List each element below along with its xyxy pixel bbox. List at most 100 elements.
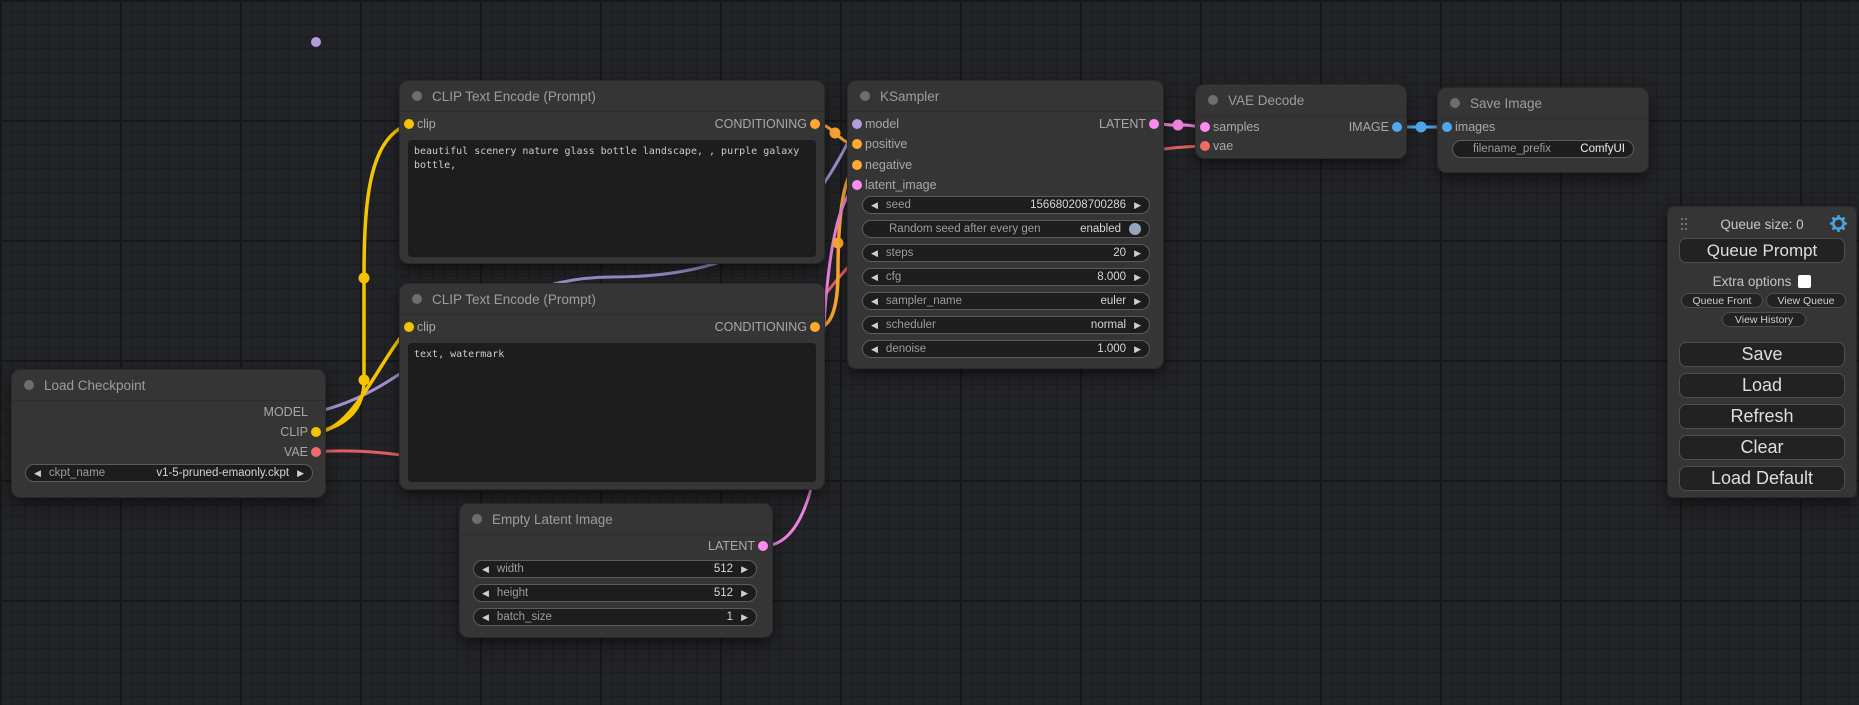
- node-title-bar[interactable]: CLIP Text Encode (Prompt): [400, 284, 824, 315]
- widget-value: 512: [714, 587, 733, 599]
- batch-size-widget[interactable]: ◀ batch_size 1 ▶: [473, 608, 757, 626]
- prompt-textarea[interactable]: beautiful scenery nature glass bottle la…: [408, 140, 816, 257]
- node-title: Empty Latent Image: [492, 512, 613, 527]
- input-label-model: model: [865, 116, 899, 132]
- collapse-dot-icon[interactable]: [472, 514, 482, 524]
- node-title-bar[interactable]: Load Checkpoint: [12, 370, 325, 401]
- increment-arrow-icon[interactable]: ▶: [741, 613, 748, 622]
- increment-arrow-icon[interactable]: ▶: [741, 565, 748, 574]
- increment-arrow-icon[interactable]: ▶: [1134, 201, 1141, 210]
- load-default-button[interactable]: Load Default: [1679, 466, 1845, 491]
- collapse-dot-icon[interactable]: [860, 91, 870, 101]
- node-title-bar[interactable]: Save Image: [1438, 88, 1648, 119]
- prompt-textarea[interactable]: text, watermark: [408, 343, 816, 482]
- input-port-clip[interactable]: [404, 322, 414, 332]
- decrement-arrow-icon[interactable]: ◀: [482, 565, 489, 574]
- node-clip-text-encode-positive[interactable]: CLIP Text Encode (Prompt) clip CONDITION…: [400, 81, 824, 263]
- output-port-latent[interactable]: [1149, 119, 1159, 129]
- input-port-samples[interactable]: [1200, 122, 1210, 132]
- collapse-dot-icon[interactable]: [1208, 95, 1218, 105]
- output-port-clip[interactable]: [311, 427, 321, 437]
- collapse-dot-icon[interactable]: [1450, 98, 1460, 108]
- decrement-arrow-icon[interactable]: ◀: [482, 589, 489, 598]
- widget-label: denoise: [886, 343, 926, 355]
- queue-size-label: Queue size: 0: [1668, 217, 1856, 232]
- decrement-arrow-icon[interactable]: ◀: [871, 273, 878, 282]
- output-port-image[interactable]: [1392, 122, 1402, 132]
- height-widget[interactable]: ◀ height 512 ▶: [473, 584, 757, 602]
- input-port-positive[interactable]: [852, 139, 862, 149]
- output-port-conditioning[interactable]: [810, 119, 820, 129]
- random-seed-toggle-widget[interactable]: Random seed after every gen enabled: [862, 220, 1150, 238]
- decrement-arrow-icon[interactable]: ◀: [871, 321, 878, 330]
- refresh-button[interactable]: Refresh: [1679, 404, 1845, 429]
- node-title-bar[interactable]: VAE Decode: [1196, 85, 1406, 116]
- input-port-model[interactable]: [852, 119, 862, 129]
- increment-arrow-icon[interactable]: ▶: [1134, 249, 1141, 258]
- seed-widget[interactable]: ◀ seed 156680208700286 ▶: [862, 196, 1150, 214]
- output-label-latent: LATENT: [1099, 116, 1146, 132]
- increment-arrow-icon[interactable]: ▶: [1134, 297, 1141, 306]
- output-label-conditioning: CONDITIONING: [715, 319, 807, 335]
- filename-prefix-widget[interactable]: filename_prefix ComfyUI: [1452, 140, 1634, 158]
- decrement-arrow-icon[interactable]: ◀: [871, 249, 878, 258]
- output-port-conditioning[interactable]: [810, 322, 820, 332]
- node-title: Save Image: [1470, 96, 1542, 111]
- scheduler-widget[interactable]: ◀ scheduler normal ▶: [862, 316, 1150, 334]
- increment-arrow-icon[interactable]: ▶: [1134, 273, 1141, 282]
- input-port-clip[interactable]: [404, 119, 414, 129]
- node-title: KSampler: [880, 89, 939, 104]
- decrement-arrow-icon[interactable]: ◀: [482, 613, 489, 622]
- denoise-widget[interactable]: ◀ denoise 1.000 ▶: [862, 340, 1150, 358]
- widget-label: filename_prefix: [1473, 143, 1551, 155]
- load-button[interactable]: Load: [1679, 373, 1845, 398]
- decrement-arrow-icon[interactable]: ◀: [871, 201, 878, 210]
- increment-arrow-icon[interactable]: ▶: [1134, 345, 1141, 354]
- increment-arrow-icon[interactable]: ▶: [1134, 321, 1141, 330]
- node-empty-latent-image[interactable]: Empty Latent Image LATENT ◀ width 512 ▶ …: [460, 504, 772, 637]
- queue-panel[interactable]: Queue size: 0: [1668, 207, 1856, 497]
- node-ksampler[interactable]: KSampler model positive negative latent_…: [848, 81, 1163, 368]
- save-button[interactable]: Save: [1679, 342, 1845, 367]
- increment-arrow-icon[interactable]: ▶: [297, 469, 304, 478]
- cfg-widget[interactable]: ◀ cfg 8.000 ▶: [862, 268, 1150, 286]
- node-title-bar[interactable]: KSampler: [848, 81, 1163, 112]
- extra-options-checkbox[interactable]: [1798, 275, 1811, 288]
- output-port-model[interactable]: [311, 37, 321, 47]
- output-port-latent[interactable]: [758, 541, 768, 551]
- decrement-arrow-icon[interactable]: ◀: [34, 469, 41, 478]
- decrement-arrow-icon[interactable]: ◀: [871, 297, 878, 306]
- collapse-dot-icon[interactable]: [412, 294, 422, 304]
- gear-icon[interactable]: [1830, 215, 1847, 232]
- input-label-positive: positive: [865, 136, 907, 152]
- sampler-name-widget[interactable]: ◀ sampler_name euler ▶: [862, 292, 1150, 310]
- widget-value: 20: [1113, 247, 1126, 259]
- queue-prompt-button[interactable]: Queue Prompt: [1679, 238, 1845, 263]
- decrement-arrow-icon[interactable]: ◀: [871, 345, 878, 354]
- node-title-bar[interactable]: CLIP Text Encode (Prompt): [400, 81, 824, 112]
- node-save-image[interactable]: Save Image images filename_prefix ComfyU…: [1438, 88, 1648, 172]
- output-label-image: IMAGE: [1349, 119, 1389, 135]
- widget-value: 1: [727, 611, 733, 623]
- collapse-dot-icon[interactable]: [24, 380, 34, 390]
- input-port-images[interactable]: [1442, 122, 1452, 132]
- clear-button[interactable]: Clear: [1679, 435, 1845, 460]
- node-graph-canvas[interactable]: Load Checkpoint MODEL CLIP VAE ◀ ckpt_na…: [0, 0, 1859, 705]
- node-vae-decode[interactable]: VAE Decode samples vae IMAGE: [1196, 85, 1406, 158]
- view-history-button[interactable]: View History: [1722, 312, 1806, 327]
- output-port-vae[interactable]: [311, 447, 321, 457]
- width-widget[interactable]: ◀ width 512 ▶: [473, 560, 757, 578]
- toggle-enabled-icon[interactable]: [1129, 223, 1141, 235]
- increment-arrow-icon[interactable]: ▶: [741, 589, 748, 598]
- view-queue-button[interactable]: View Queue: [1766, 293, 1846, 308]
- collapse-dot-icon[interactable]: [412, 91, 422, 101]
- input-port-negative[interactable]: [852, 160, 862, 170]
- input-port-latent-image[interactable]: [852, 180, 862, 190]
- queue-front-button[interactable]: Queue Front: [1681, 293, 1763, 308]
- input-port-vae[interactable]: [1200, 141, 1210, 151]
- steps-widget[interactable]: ◀ steps 20 ▶: [862, 244, 1150, 262]
- node-load-checkpoint[interactable]: Load Checkpoint MODEL CLIP VAE ◀ ckpt_na…: [12, 370, 325, 497]
- node-title-bar[interactable]: Empty Latent Image: [460, 504, 772, 535]
- ckpt-name-widget[interactable]: ◀ ckpt_name v1-5-pruned-emaonly.ckpt ▶: [25, 464, 313, 482]
- node-clip-text-encode-negative[interactable]: CLIP Text Encode (Prompt) clip CONDITION…: [400, 284, 824, 489]
